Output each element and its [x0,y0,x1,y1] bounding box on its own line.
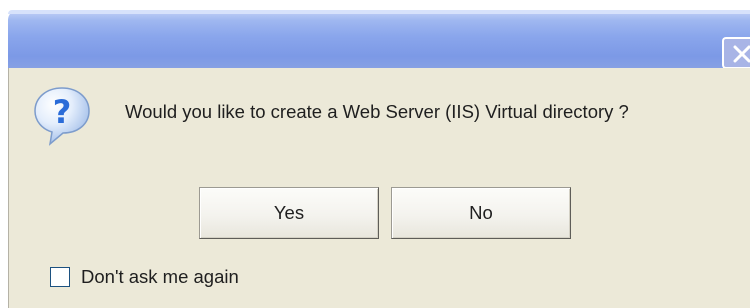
dialog-message: Would you like to create a Web Server (I… [125,101,629,122]
title-bar[interactable] [8,10,750,69]
yes-button[interactable]: Yes [199,187,379,239]
dialog-window: ? Would you like to create a Web Server … [0,0,750,308]
dont-ask-again-label[interactable]: Don't ask me again [81,266,239,288]
svg-text:?: ? [53,93,72,131]
dialog-body: ? Would you like to create a Web Server … [8,68,750,308]
no-button[interactable]: No [391,187,571,239]
close-button[interactable] [722,37,750,69]
dont-ask-again-checkbox[interactable] [50,267,70,287]
close-icon [733,45,750,63]
question-icon: ? [34,87,90,146]
